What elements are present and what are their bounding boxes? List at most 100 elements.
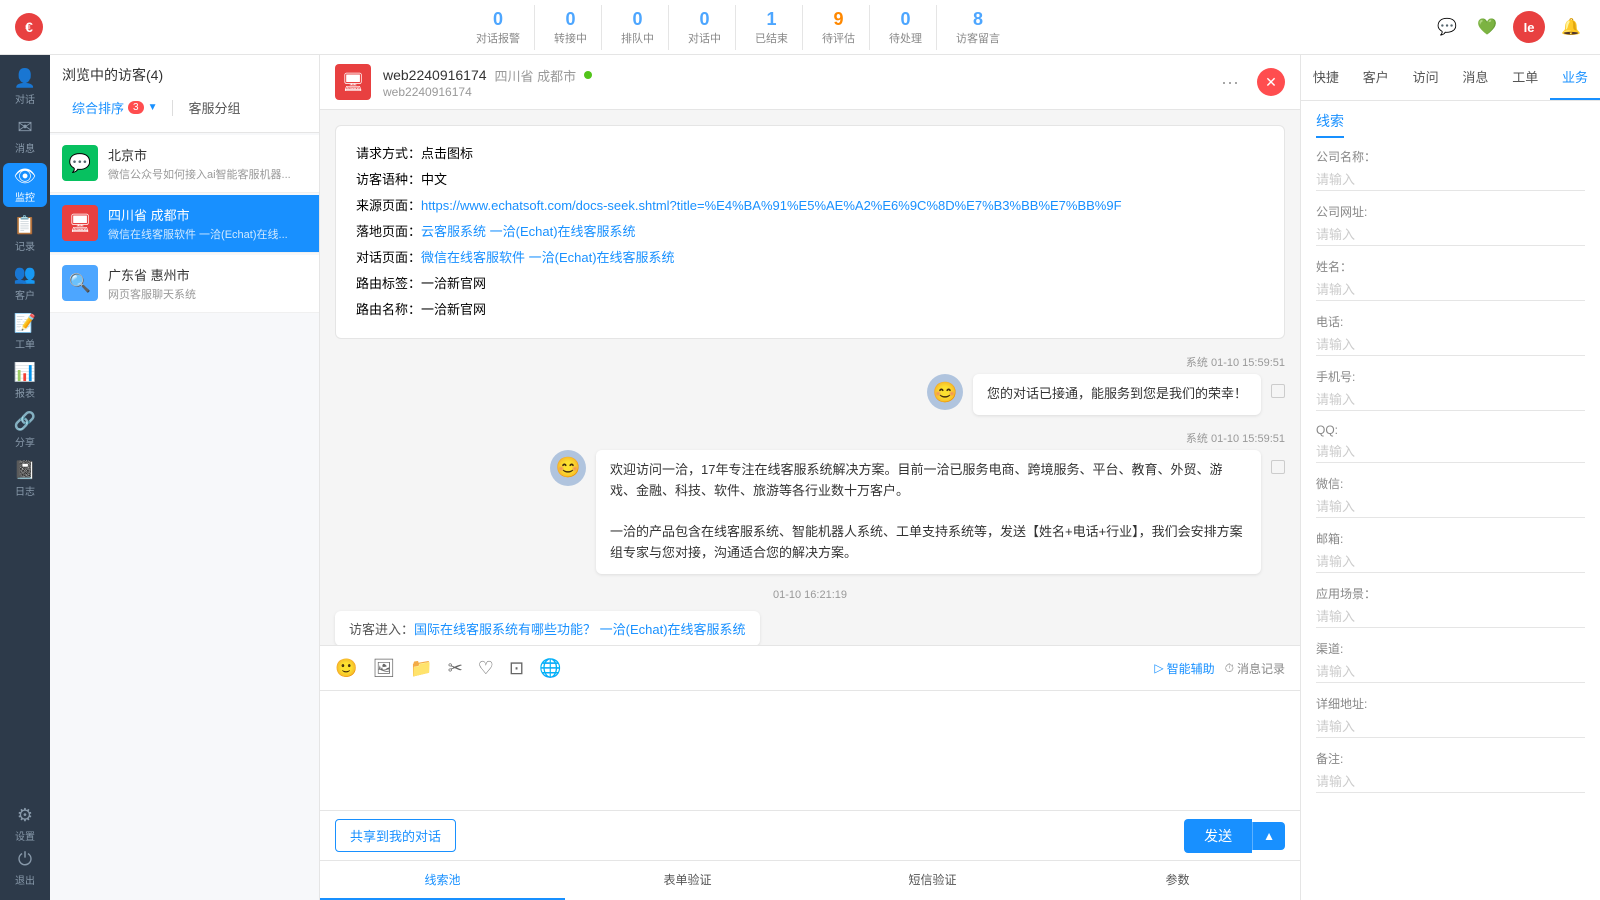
sidebar-item-客户[interactable]: 👥客户 xyxy=(3,261,47,305)
wechat-work-icon[interactable]: 💚 xyxy=(1473,13,1501,41)
send-btn-group: 发送 ▲ xyxy=(1184,819,1285,853)
chat-header-sub: web2240916174 xyxy=(383,85,1203,99)
field-input[interactable] xyxy=(1316,606,1585,628)
visitor-id: web2240916174 xyxy=(383,67,487,83)
field-input[interactable] xyxy=(1316,389,1585,411)
field-row: 备注: xyxy=(1316,750,1585,793)
bot-avatar-1: 😊 xyxy=(927,374,963,410)
sidebar-label: 日志 xyxy=(15,483,35,498)
right-panel-content: 线索 公司名称： 公司网址: 姓名： 电话: 手机号: QQ: 微信: 邮箱: … xyxy=(1301,101,1600,900)
stat-item-对话中: 0对话中 xyxy=(674,5,736,50)
sidebar-item-设置[interactable]: ⚙设置 xyxy=(3,802,47,846)
chat-bottom-tabs: 线索池表单验证短信验证参数 xyxy=(320,860,1300,900)
visitor-item[interactable]: 🔍 广东省 惠州市 网页客服聊天系统 xyxy=(50,255,319,313)
stat-label: 排队中 xyxy=(621,30,654,46)
sidebar-item-退出[interactable]: ⏻退出 xyxy=(3,846,47,890)
field-input[interactable] xyxy=(1316,169,1585,191)
ai-assist-label: 智能辅助 xyxy=(1167,660,1215,677)
message-checkbox-1[interactable] xyxy=(1271,384,1285,398)
field-input[interactable] xyxy=(1316,716,1585,738)
visitor-panel-title: 浏览中的访客(4) xyxy=(62,65,307,85)
stat-item-待处理: 0待处理 xyxy=(875,5,937,50)
visitor-item[interactable]: 💬 北京市 微信公众号如何接入ai智能客服机器... xyxy=(50,135,319,193)
screenshot-icon[interactable]: ⊡ xyxy=(509,658,524,679)
chat-bottom-tab-短信验证[interactable]: 短信验证 xyxy=(810,861,1055,900)
globe-icon[interactable]: 🌐 xyxy=(539,658,561,679)
field-input[interactable] xyxy=(1316,661,1585,683)
right-tab-消息[interactable]: 消息 xyxy=(1450,55,1500,100)
stat-label: 对话报警 xyxy=(476,30,520,46)
chat-bottom-tab-表单验证[interactable]: 表单验证 xyxy=(565,861,810,900)
sidebar-item-分享[interactable]: 🔗分享 xyxy=(3,408,47,452)
visitor-item[interactable]: 🖥 四川省 成都市 微信在线客服软件 一洽(Echat)在线... xyxy=(50,195,319,253)
field-input[interactable] xyxy=(1316,496,1585,518)
sidebar-item-监控[interactable]: 👁监控 xyxy=(3,163,47,207)
stat-value: 0 xyxy=(900,9,910,30)
chat-bottom-tab-线索池[interactable]: 线索池 xyxy=(320,861,565,900)
stat-value: 0 xyxy=(565,9,575,30)
field-label: 渠道: xyxy=(1316,640,1585,657)
more-options-button[interactable]: ··· xyxy=(1215,67,1245,97)
route-tag: 路由标签：一洽新官网 xyxy=(356,271,1264,297)
right-tab-工单[interactable]: 工单 xyxy=(1500,55,1550,100)
bot-avatar-2: 😊 xyxy=(550,450,586,486)
right-tab-快捷[interactable]: 快捷 xyxy=(1301,55,1351,100)
chat-input-area[interactable] xyxy=(320,690,1300,810)
send-dropdown-button[interactable]: ▲ xyxy=(1252,822,1285,850)
sidebar-item-报表[interactable]: 📊报表 xyxy=(3,359,47,403)
visitor-sub: 微信公众号如何接入ai智能客服机器... xyxy=(108,166,307,182)
close-chat-button[interactable]: ✕ xyxy=(1257,68,1285,96)
folder-icon[interactable]: 📁 xyxy=(410,658,432,679)
chat-panel: 🖥 web2240916174 四川省 成都市 web2240916174 ··… xyxy=(320,55,1300,900)
right-panel-fields: 公司名称： 公司网址: 姓名： 电话: 手机号: QQ: 微信: 邮箱: 应用场… xyxy=(1316,148,1585,793)
field-row: QQ: xyxy=(1316,423,1585,463)
stat-item-排队中: 0排队中 xyxy=(607,5,669,50)
field-row: 详细地址: xyxy=(1316,695,1585,738)
heart-icon[interactable]: ♡ xyxy=(478,658,494,679)
stat-label: 已结束 xyxy=(755,30,788,46)
sidebar-item-记录[interactable]: 📋记录 xyxy=(3,212,47,256)
stat-item-已结束: 1已结束 xyxy=(741,5,803,50)
field-input[interactable] xyxy=(1316,771,1585,793)
share-button[interactable]: 共享到我的对话 xyxy=(335,819,456,852)
visitor-link-1[interactable]: 国际在线客服系统有哪些功能？ 一洽(Echat)在线客服系统 xyxy=(414,622,746,637)
field-input[interactable] xyxy=(1316,441,1585,463)
system-time-2: 系统 01-10 15:59:51 xyxy=(335,430,1285,446)
source-url-link[interactable]: https://www.echatsoft.com/docs-seek.shtm… xyxy=(421,198,1122,213)
tab-comprehensive[interactable]: 综合排序 3 ▼ xyxy=(62,93,167,122)
image-icon[interactable]: 🖼 xyxy=(372,658,395,679)
field-input[interactable] xyxy=(1316,334,1585,356)
message-group-1: 系统 01-10 15:59:51 您的对话已接通，能服务到您是我们的荣幸！ 😊 xyxy=(335,354,1285,415)
send-button[interactable]: 发送 xyxy=(1184,819,1252,853)
sidebar-item-消息[interactable]: ✉消息 xyxy=(3,114,47,158)
landing-page-link[interactable]: 云客服系统 一洽(Echat)在线客服系统 xyxy=(421,224,636,239)
message-checkbox-2[interactable] xyxy=(1271,460,1285,474)
sidebar-item-日志[interactable]: 📓日志 xyxy=(3,457,47,501)
right-tab-客户[interactable]: 客户 xyxy=(1351,55,1401,100)
message-row-visitor-1: 访客进入：国际在线客服系统有哪些功能？ 一洽(Echat)在线客服系统 xyxy=(335,611,1285,645)
right-tab-访问[interactable]: 访问 xyxy=(1401,55,1451,100)
field-input[interactable] xyxy=(1316,279,1585,301)
sidebar-icon: ✉ xyxy=(17,117,32,138)
wechat-icon[interactable]: 💬 xyxy=(1433,13,1461,41)
sidebar-item-对话[interactable]: 👤对话 xyxy=(3,65,47,109)
chat-bottom-tab-参数[interactable]: 参数 xyxy=(1055,861,1300,900)
dialog-page-link[interactable]: 微信在线客服软件 一洽(Echat)在线客服系统 xyxy=(421,250,675,265)
chat-header-name: web2240916174 四川省 成都市 xyxy=(383,66,1203,85)
notification-icon[interactable]: 🔔 xyxy=(1557,13,1585,41)
field-input[interactable] xyxy=(1316,551,1585,573)
chat-messages[interactable]: 请求方式：点击图标 访客语种：中文 来源页面：https://www.echat… xyxy=(320,110,1300,645)
field-input[interactable] xyxy=(1316,224,1585,246)
chat-footer: 共享到我的对话 发送 ▲ xyxy=(320,810,1300,860)
tab-group[interactable]: 客服分组 xyxy=(178,93,250,122)
msg-record-button[interactable]: ⏱ 消息记录 xyxy=(1225,660,1285,677)
sidebar-item-工单[interactable]: 📝工单 xyxy=(3,310,47,354)
right-tab-业务[interactable]: 业务 xyxy=(1550,55,1600,100)
emoji-icon[interactable]: 🙂 xyxy=(335,658,357,679)
stat-label: 访客留言 xyxy=(956,30,1000,46)
ai-assist-button[interactable]: ▷ 智能辅助 xyxy=(1154,660,1214,677)
user-avatar[interactable]: Ie xyxy=(1513,11,1545,43)
sidebar-label: 分享 xyxy=(15,434,35,449)
scissors-icon[interactable]: ✂ xyxy=(448,658,463,679)
chat-input[interactable] xyxy=(335,701,1285,800)
